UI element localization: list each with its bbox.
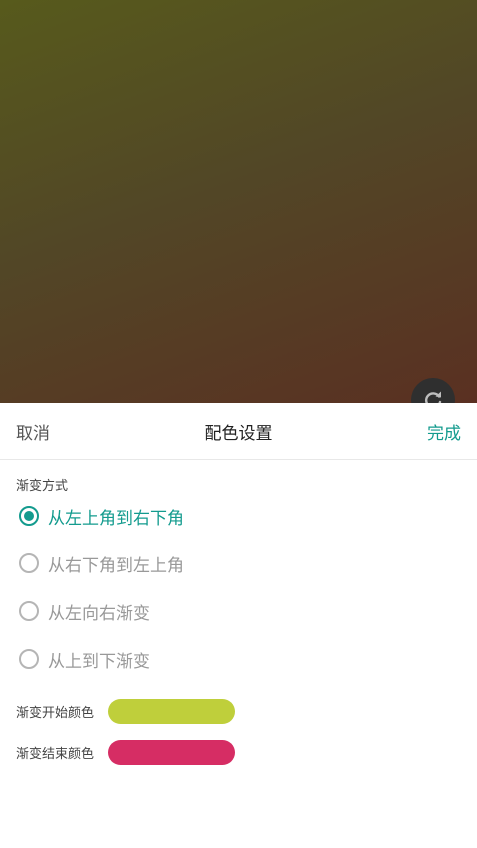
gradient-mode-label: 渐变方式 — [16, 479, 69, 494]
gradient-preview — [0, 0, 477, 404]
radio-unchecked-icon — [19, 649, 39, 669]
start-color-row: 渐变开始颜色 — [16, 698, 235, 724]
radio-option-label: 从左向右渐变 — [48, 603, 150, 624]
radio-option-left-to-right[interactable]: 从左向右渐变 — [19, 596, 150, 626]
radio-checked-icon — [19, 506, 39, 526]
radio-unchecked-icon — [19, 601, 39, 621]
end-color-row: 渐变结束颜色 — [16, 739, 235, 765]
sheet-title: 配色设置 — [204, 424, 273, 444]
start-color-swatch[interactable] — [108, 698, 235, 724]
done-button[interactable]: 完成 — [427, 419, 461, 444]
radio-unchecked-icon — [19, 553, 39, 573]
radio-option-bottomright-to-topleft[interactable]: 从右下角到左上角 — [19, 548, 184, 578]
end-color-label: 渐变结束颜色 — [16, 746, 95, 762]
radio-option-label: 从左上角到右下角 — [48, 508, 184, 529]
end-color-swatch[interactable] — [108, 739, 235, 765]
radio-option-label: 从右下角到左上角 — [48, 555, 184, 576]
color-settings-sheet: 取消 配色设置 完成 渐变方式 从左上角到右下角 从右下角到左上角 从左向右渐变… — [0, 403, 477, 848]
radio-option-topleft-to-bottomright[interactable]: 从左上角到右下角 — [19, 501, 184, 531]
radio-option-label: 从上到下渐变 — [48, 651, 150, 672]
sheet-header: 取消 配色设置 完成 — [0, 403, 477, 460]
start-color-label: 渐变开始颜色 — [16, 705, 95, 721]
radio-option-top-to-bottom[interactable]: 从上到下渐变 — [19, 644, 150, 674]
